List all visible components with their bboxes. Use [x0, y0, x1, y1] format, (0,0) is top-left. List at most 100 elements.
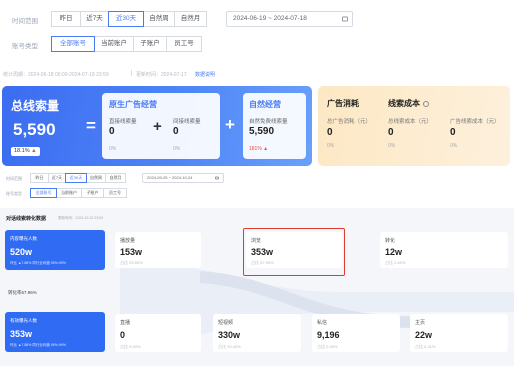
- total-leads-change-value: 18.1%: [14, 148, 30, 154]
- stat-sub: 占比 0.00%: [120, 344, 141, 349]
- exposure-sub: 环比 ▲7.88% 同行业均值 95%-99%: [10, 261, 66, 265]
- total-cost-label: 总线索成本（元）: [388, 119, 433, 125]
- tab-staff-account[interactable]: 员工号: [166, 36, 202, 52]
- organic-ad-title: 原生广告经营: [109, 100, 157, 109]
- tab-yesterday-2[interactable]: 昨日: [30, 173, 49, 183]
- tab-last-7-days[interactable]: 近7天: [80, 11, 109, 27]
- total-leads-change: 18.1% ▲: [11, 147, 40, 156]
- natural-title: 自然经营: [249, 100, 281, 109]
- natural-leads-label: 自然免费线索量: [249, 119, 288, 125]
- stat-sub: 占比 2.69%: [385, 260, 406, 265]
- direct-leads-value: 0: [109, 126, 115, 137]
- stat-title: 转化: [385, 238, 396, 244]
- ad-spend-banner: 广告消耗 线索成本 总广告消耗（元） 0 0% 总线索成本（元） 0 0% 广告…: [318, 86, 510, 166]
- lead-cost-title-text: 线索成本: [388, 99, 420, 108]
- stat-card-private-message[interactable]: 私信 9,196 占比 0.26%: [312, 314, 400, 352]
- total-spend-value: 0: [327, 127, 333, 138]
- ad-lead-cost-value: 0: [450, 127, 456, 138]
- funnel-update-time: 更新时间：2024-10-22 23:59: [58, 216, 104, 220]
- exposure-title: 内容曝光人数: [10, 236, 37, 241]
- stat-value: 12w: [385, 247, 403, 257]
- stat-card-live[interactable]: 直播 0 占比 0.00%: [115, 314, 201, 352]
- date-range-value: 2024-06-19 ~ 2024-07-18: [233, 15, 307, 22]
- total-cost-pct: 0%: [388, 143, 396, 149]
- account-type-tabs: 全部账号 当前账户 子账户 员工号: [51, 36, 202, 52]
- tab-sub-account[interactable]: 子账户: [133, 36, 167, 52]
- engaged-sub: 环比 ▲7.88% 同行业均值 95%-99%: [10, 343, 66, 347]
- tab-current-account[interactable]: 当前账户: [94, 36, 134, 52]
- tab-all-accounts[interactable]: 全部账号: [51, 36, 95, 52]
- time-range-tabs-2: 昨日 近7天 近30天 自然周 自然月: [30, 173, 126, 183]
- tab-natural-month-2[interactable]: 自然月: [105, 173, 126, 183]
- stat-value: 22w: [415, 330, 433, 340]
- stat-card-conversion[interactable]: 转化 12w 占比 2.69%: [380, 232, 508, 268]
- exposure-value: 520w: [10, 247, 33, 257]
- info-icon[interactable]: [423, 100, 429, 107]
- stat-title: 播放量: [120, 238, 136, 244]
- natural-change-value: 181%: [249, 146, 262, 152]
- tab-natural-month[interactable]: 自然月: [174, 11, 207, 27]
- organic-ad-card: 原生广告经营 直接线索量 0 0% + 间接线索量 0 0%: [102, 93, 220, 159]
- tab-natural-week-2[interactable]: 自然周: [86, 173, 106, 183]
- update-time: 更新时间：2024-07-17: [136, 72, 187, 78]
- total-leads-title: 总线索量: [11, 99, 60, 113]
- calendar-icon: [342, 16, 348, 22]
- calendar-icon: [215, 176, 219, 180]
- indirect-leads-value: 0: [173, 126, 179, 137]
- funnel-title: 对话线索转化数据: [6, 216, 47, 222]
- stat-card-plays[interactable]: 播放量 153w 占比 29.55%: [115, 232, 201, 268]
- stat-title: 主页: [415, 320, 426, 326]
- data-note-link[interactable]: 数据说明: [195, 71, 215, 78]
- ad-spend-title: 广告消耗: [327, 99, 359, 108]
- date-range-value-2: 2024-09-25 ~ 2024-10-24: [147, 175, 193, 180]
- direct-leads-label: 直接线索量: [109, 119, 137, 125]
- tab-current-account-2[interactable]: 当前账户: [56, 188, 82, 198]
- total-spend-label: 总广告消耗（元）: [327, 119, 372, 125]
- tab-last-30-days[interactable]: 近30天: [108, 11, 144, 27]
- tab-natural-week[interactable]: 自然周: [143, 11, 175, 27]
- lead-cost-title: 线索成本: [388, 98, 429, 109]
- engaged-card[interactable]: 有效曝光人数 353w 环比 ▲7.88% 同行业均值 95%-99%: [5, 312, 105, 352]
- tab-last-30-days-2[interactable]: 近30天: [65, 173, 87, 183]
- date-range-picker-2[interactable]: 2024-09-25 ~ 2024-10-24: [142, 173, 224, 183]
- indirect-leads-pct: 0%: [173, 146, 181, 152]
- total-cost-value: 0: [388, 127, 394, 138]
- date-range-picker[interactable]: 2024-06-19 ~ 2024-07-18: [226, 11, 353, 27]
- stat-title: 短视频: [218, 320, 234, 326]
- up-arrow-icon: ▲: [29, 148, 37, 154]
- stat-period: 统计周期：2024-06-18 00:00-2024-07-18 23:59: [3, 72, 109, 78]
- account-type-label-2: 账号类型: [6, 191, 22, 196]
- engaged-value: 353w: [10, 329, 33, 339]
- ad-lead-cost-label: 广告线索成本（元）: [450, 119, 500, 125]
- tab-sub-account-2[interactable]: 子账户: [81, 188, 104, 198]
- stat-sub: 占比 0.26%: [317, 344, 338, 349]
- time-range-label: 时间范围: [12, 18, 38, 25]
- stat-sub: 占比 29.55%: [120, 260, 143, 265]
- stat-title: 私信: [317, 320, 328, 326]
- tab-all-accounts-2[interactable]: 全部账号: [30, 188, 57, 198]
- direct-leads-pct: 0%: [109, 146, 117, 152]
- stat-value: 9,196: [317, 330, 340, 340]
- plus-sign-2: +: [225, 115, 235, 134]
- tab-staff-account-2[interactable]: 员工号: [103, 188, 127, 198]
- tab-yesterday[interactable]: 昨日: [51, 11, 81, 27]
- conversion-rate: 转化率67.96%: [8, 290, 37, 295]
- account-type-label: 账号类型: [12, 43, 38, 50]
- stat-value: 0: [120, 330, 126, 340]
- stat-title: 直播: [120, 320, 131, 326]
- tab-last-7-days-2[interactable]: 近7天: [48, 173, 66, 183]
- stat-sub: 占比 6.31%: [415, 344, 436, 349]
- meta-divider: [131, 70, 132, 76]
- total-leads-value: 5,590: [13, 120, 56, 139]
- indirect-leads-label: 间接线索量: [173, 119, 201, 125]
- stat-value: 153w: [120, 247, 143, 257]
- exposure-card[interactable]: 内容曝光人数 520w 环比 ▲7.88% 同行业均值 95%-99%: [5, 230, 105, 270]
- lead-summary-banner: 总线索量 5,590 18.1% ▲ = 原生广告经营 直接线索量 0 0% +…: [2, 86, 312, 166]
- time-range-tabs: 昨日 近7天 近30天 自然周 自然月: [51, 11, 207, 27]
- stat-card-homepage[interactable]: 主页 22w 占比 6.31%: [410, 314, 508, 352]
- account-type-tabs-2: 全部账号 当前账户 子账户 员工号: [30, 188, 127, 198]
- natural-leads-value: 5,590: [249, 126, 275, 137]
- stat-sub: 占比 93.43%: [218, 344, 241, 349]
- time-range-label-2: 时间范围: [6, 176, 22, 181]
- stat-card-short-video[interactable]: 短视频 330w 占比 93.43%: [213, 314, 301, 352]
